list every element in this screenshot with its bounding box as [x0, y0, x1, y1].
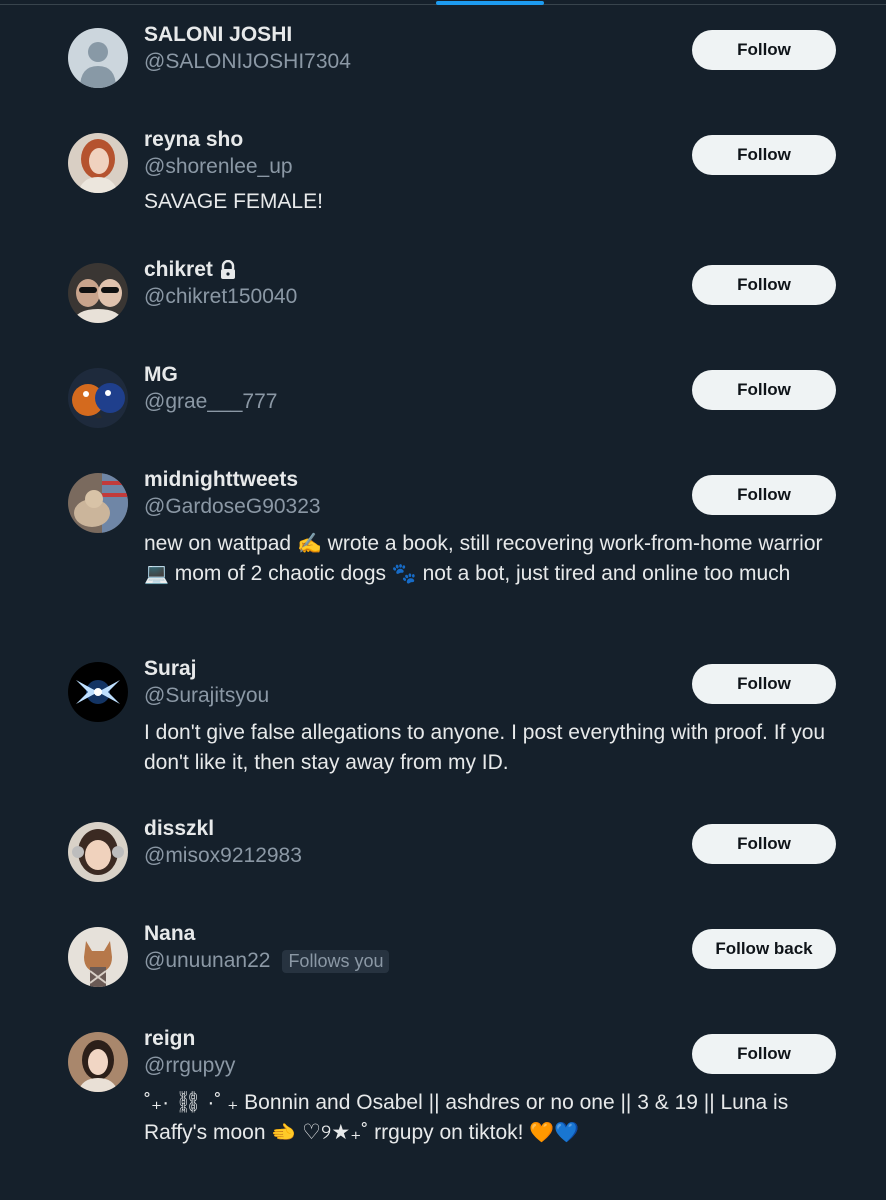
user-name[interactable]: SALONI JOSHI	[144, 23, 292, 47]
follow-button[interactable]: Follow	[692, 135, 836, 175]
laptop-emoji: 💻	[144, 560, 169, 585]
default-avatar-icon[interactable]	[68, 28, 128, 88]
avatar[interactable]	[68, 1032, 128, 1092]
avatar[interactable]	[68, 133, 128, 193]
user-name[interactable]: reign	[144, 1027, 195, 1051]
user-bio: new on wattpad ✍️ wrote a book, still re…	[144, 531, 823, 585]
follows-you-badge: Follows you	[282, 949, 390, 973]
avatar[interactable]	[68, 473, 128, 533]
user-handle[interactable]: @unuunan22	[144, 949, 270, 973]
user-name[interactable]: disszkl	[144, 817, 214, 841]
user-handle[interactable]: @grae___777	[144, 390, 277, 414]
paw-prints-emoji: 🐾	[391, 560, 417, 585]
writing-hand-emoji: ✍️	[296, 531, 322, 555]
follow-button[interactable]: Follow	[692, 370, 836, 410]
follow-button[interactable]: Follow	[692, 664, 836, 704]
user-name[interactable]: chikret	[144, 258, 237, 282]
follow-button[interactable]: Follow	[692, 30, 836, 70]
user-bio: I don't give false allegations to anyone…	[144, 721, 826, 774]
user-name[interactable]: Nana	[144, 922, 195, 946]
active-tab-indicator	[436, 1, 544, 5]
user-handle[interactable]: @Surajitsyou	[144, 684, 269, 708]
user-bio: ˚₊· ⛓ ·˚ ₊ Bonnin and Osabel || ashdres …	[144, 1091, 789, 1144]
blue-heart-emoji: 💙	[554, 1119, 580, 1144]
user-name[interactable]: reyna sho	[144, 128, 243, 152]
user-name[interactable]: midnighttweets	[144, 468, 298, 492]
avatar[interactable]	[68, 927, 128, 987]
user-handle[interactable]: @GardoseG90323	[144, 495, 321, 519]
follow-button[interactable]: Follow	[692, 265, 836, 305]
user-handle[interactable]: @rrgupyy	[144, 1054, 235, 1078]
user-handle[interactable]: @chikret150040	[144, 285, 297, 309]
avatar[interactable]	[68, 822, 128, 882]
user-name[interactable]: Suraj	[144, 657, 197, 681]
follow-button[interactable]: Follow	[692, 1034, 836, 1074]
avatar[interactable]	[68, 263, 128, 323]
user-handle[interactable]: @misox9212983	[144, 844, 302, 868]
user-handle[interactable]: @shorenlee_up	[144, 155, 293, 179]
user-bio: SAVAGE FEMALE!	[144, 190, 323, 213]
lock-icon	[219, 259, 237, 280]
user-handle[interactable]: @SALONIJOSHI7304	[144, 50, 351, 74]
orange-heart-emoji: 🧡	[529, 1119, 555, 1144]
follow-back-button[interactable]: Follow back	[692, 929, 836, 969]
follow-button[interactable]: Follow	[692, 824, 836, 864]
user-name[interactable]: MG	[144, 363, 178, 387]
avatar[interactable]	[68, 662, 128, 722]
avatar[interactable]	[68, 368, 128, 428]
pointing-hand-emoji: 🫲	[271, 1119, 297, 1144]
follow-button[interactable]: Follow	[692, 475, 836, 515]
